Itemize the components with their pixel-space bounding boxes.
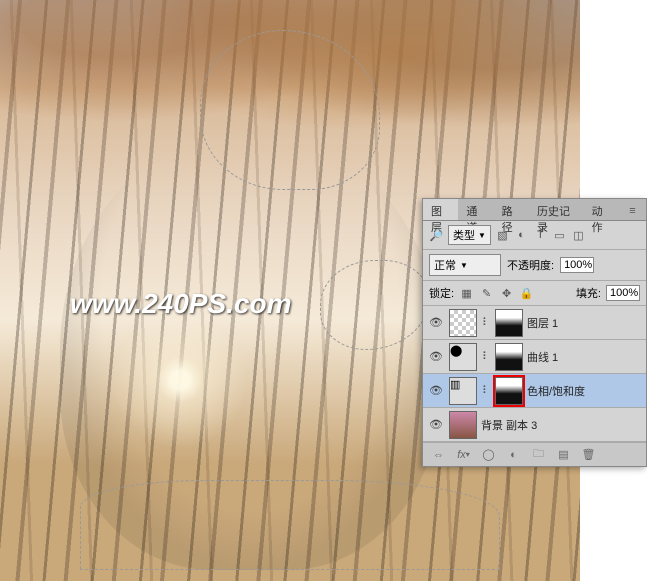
layer-row[interactable]: 👁 ⠇ 图层 1	[423, 306, 646, 340]
adjustment-icon[interactable]: ⬤	[449, 343, 477, 371]
tab-history[interactable]: 历史记录	[529, 199, 584, 220]
layer-list: 👁 ⠇ 图层 1 👁 ⬤ ⠇ 曲线 1 👁 ▥ ⠇ 色相/饱和度 👁 背景 副本…	[423, 306, 646, 442]
layer-row[interactable]: 👁 ▥ ⠇ 色相/饱和度	[423, 374, 646, 408]
fx-icon[interactable]: fx▾	[456, 447, 471, 462]
lock-transparency-icon[interactable]: ▦	[459, 286, 474, 301]
visibility-toggle[interactable]: 👁	[427, 418, 445, 431]
link-icon: ⠇	[481, 316, 491, 329]
selection-marquee	[80, 480, 500, 570]
lock-label: 锁定:	[429, 285, 454, 301]
search-icon: 🔎	[429, 228, 444, 243]
opacity-input[interactable]: 100%	[560, 257, 594, 273]
layer-row[interactable]: 👁 ⬤ ⠇ 曲线 1	[423, 340, 646, 374]
blend-mode-row: 正常 ▼ 不透明度: 100%	[423, 250, 646, 281]
layer-filter-row: 🔎 类型 ▼ ▧ ◐ T ▭ ◫	[423, 221, 646, 250]
new-adjustment-icon[interactable]: ◐	[506, 447, 521, 462]
visibility-toggle[interactable]: 👁	[427, 350, 445, 363]
filter-label: 类型	[453, 227, 475, 243]
lock-pixels-icon[interactable]: ✎	[479, 286, 494, 301]
opacity-label: 不透明度:	[507, 257, 554, 273]
layer-name[interactable]: 色相/饱和度	[527, 383, 585, 399]
new-layer-icon[interactable]: ▤	[556, 447, 571, 462]
link-icon: ⠇	[481, 384, 491, 397]
adjustment-icon[interactable]: ▥	[449, 377, 477, 405]
tab-layers[interactable]: 图层	[423, 199, 458, 220]
blend-mode-select[interactable]: 正常 ▼	[429, 254, 501, 276]
layer-mask-thumbnail[interactable]	[495, 377, 523, 405]
blend-mode-value: 正常	[434, 257, 456, 273]
canvas-artwork	[100, 300, 260, 460]
layer-mask-thumbnail[interactable]	[495, 309, 523, 337]
fill-label: 填充:	[576, 285, 601, 301]
panel-menu-button[interactable]: ≡	[619, 199, 646, 220]
layer-thumbnail[interactable]	[449, 411, 477, 439]
layers-panel: 图层 通道 路径 历史记录 动作 ≡ 🔎 类型 ▼ ▧ ◐ T ▭ ◫ 正常 ▼…	[422, 198, 647, 467]
visibility-toggle[interactable]: 👁	[427, 384, 445, 397]
panel-tab-strip: 图层 通道 路径 历史记录 动作 ≡	[423, 199, 646, 221]
chevron-down-icon: ▼	[460, 261, 468, 270]
filter-type-select[interactable]: 类型 ▼	[448, 225, 491, 245]
watermark-text: www.240PS.com	[70, 288, 292, 320]
link-layers-icon[interactable]: ⇔	[431, 447, 446, 462]
chevron-down-icon: ▼	[478, 231, 486, 240]
adjust-filter-icon[interactable]: ◐	[514, 228, 529, 243]
tab-channels[interactable]: 通道	[458, 199, 493, 220]
new-group-icon[interactable]: 🗀	[531, 447, 546, 462]
layer-name[interactable]: 背景 副本 3	[481, 417, 537, 433]
layer-name[interactable]: 图层 1	[527, 315, 558, 331]
smart-filter-icon[interactable]: ◫	[571, 228, 586, 243]
pixel-filter-icon[interactable]: ▧	[495, 228, 510, 243]
lock-all-icon[interactable]: 🔒	[519, 286, 534, 301]
fill-input[interactable]: 100%	[606, 285, 640, 301]
text-filter-icon[interactable]: T	[533, 228, 548, 243]
layer-row[interactable]: 👁 背景 副本 3	[423, 408, 646, 442]
tab-actions[interactable]: 动作	[584, 199, 619, 220]
menu-icon: ≡	[625, 203, 640, 218]
add-mask-icon[interactable]: ◯	[481, 447, 496, 462]
layer-thumbnail[interactable]	[449, 309, 477, 337]
visibility-toggle[interactable]: 👁	[427, 316, 445, 329]
lock-row: 锁定: ▦ ✎ ✥ 🔒 填充: 100%	[423, 281, 646, 306]
tab-paths[interactable]: 路径	[494, 199, 529, 220]
panel-footer: ⇔ fx▾ ◯ ◐ 🗀 ▤ 🗑	[423, 442, 646, 466]
link-icon: ⠇	[481, 350, 491, 363]
shape-filter-icon[interactable]: ▭	[552, 228, 567, 243]
lock-position-icon[interactable]: ✥	[499, 286, 514, 301]
layer-mask-thumbnail[interactable]	[495, 343, 523, 371]
layer-name[interactable]: 曲线 1	[527, 349, 558, 365]
delete-layer-icon[interactable]: 🗑	[581, 447, 596, 462]
